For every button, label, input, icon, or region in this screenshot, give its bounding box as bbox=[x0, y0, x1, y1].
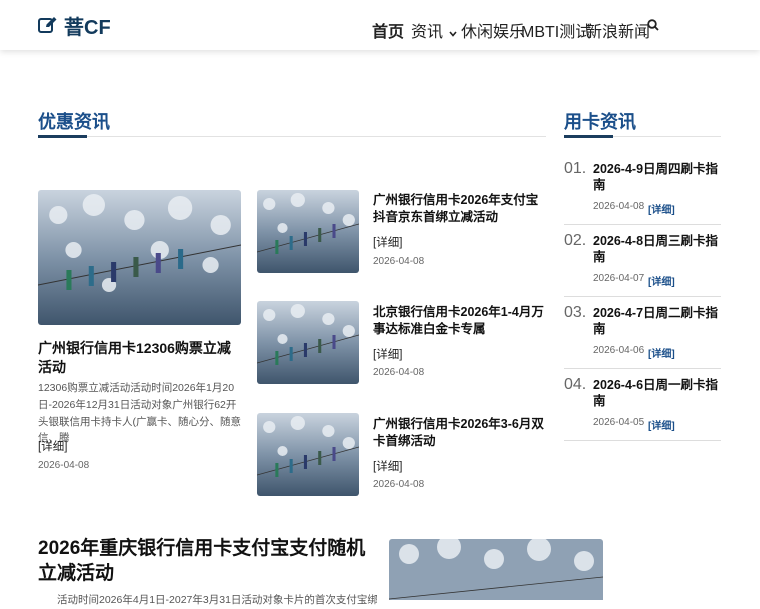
rank-number: 01. bbox=[564, 160, 587, 177]
site-logo[interactable]: 萻CF bbox=[38, 12, 111, 39]
rank-detail-link[interactable]: [详细] bbox=[648, 273, 675, 288]
article-title[interactable]: 北京银行信用卡2026年1-4月万事达标准白金卡专属 bbox=[373, 304, 547, 338]
edit-icon bbox=[38, 16, 58, 34]
rank-date: 2026-04-08 bbox=[593, 201, 645, 212]
rank-detail-link[interactable]: [详细] bbox=[648, 201, 675, 216]
rank-date: 2026-04-07 bbox=[593, 273, 645, 284]
bottom-article-excerpt: 活动时间2026年4月1日-2027年3月31日活动对象卡片的首次支付宝绑定 bbox=[57, 594, 377, 606]
bottom-article-thumbnail[interactable] bbox=[389, 539, 603, 600]
rank-title[interactable]: 2026-4-6日周一刷卡指南 bbox=[593, 377, 723, 410]
featured-excerpt: 12306购票立减活动活动时间2026年1月20日-2026年12月31日活动对… bbox=[38, 382, 241, 445]
site-name: 萻CF bbox=[64, 16, 111, 39]
article-date: 2026-04-08 bbox=[373, 367, 425, 378]
section-underline bbox=[564, 135, 613, 138]
rank-title[interactable]: 2026-4-9日周四刷卡指南 bbox=[593, 161, 723, 194]
rank-date: 2026-04-05 bbox=[593, 417, 645, 428]
nav-home[interactable]: 首页 bbox=[372, 18, 404, 42]
article-detail-link[interactable]: [详细] bbox=[373, 458, 402, 474]
article-date: 2026-04-08 bbox=[373, 256, 425, 267]
article-date: 2026-04-08 bbox=[373, 479, 425, 490]
article-title[interactable]: 广州银行信用卡2026年支付宝抖音京东首绑立减活动 bbox=[373, 192, 547, 226]
article-detail-link[interactable]: [详细] bbox=[373, 234, 402, 250]
featured-date: 2026-04-08 bbox=[38, 460, 90, 471]
bottom-article-title[interactable]: 2026年重庆银行信用卡支付宝支付随机立减活动 bbox=[38, 537, 373, 586]
site-header: 萻CF 首页 资讯 休闲娱乐 MBTI测试 新浪新闻 bbox=[0, 0, 760, 50]
rank-number: 04. bbox=[564, 376, 587, 393]
rank-divider bbox=[564, 440, 721, 441]
nav-sina[interactable]: 新浪新闻 bbox=[586, 18, 650, 42]
section-underline bbox=[38, 135, 87, 138]
article-thumbnail[interactable] bbox=[257, 190, 359, 273]
rank-divider bbox=[564, 368, 721, 369]
rank-title[interactable]: 2026-4-8日周三刷卡指南 bbox=[593, 233, 723, 266]
featured-detail-link[interactable]: [详细] bbox=[38, 438, 67, 454]
rank-number: 02. bbox=[564, 232, 587, 249]
section-divider bbox=[38, 136, 546, 137]
article-thumbnail[interactable] bbox=[257, 301, 359, 384]
chevron-down-icon bbox=[449, 24, 458, 42]
nav-mbti[interactable]: MBTI测试 bbox=[521, 18, 591, 42]
nav-news[interactable]: 资讯 bbox=[411, 18, 458, 42]
article-title[interactable]: 广州银行信用卡2026年3-6月双卡首绑活动 bbox=[373, 416, 547, 450]
rank-title[interactable]: 2026-4-7日周二刷卡指南 bbox=[593, 305, 723, 338]
search-icon[interactable] bbox=[647, 18, 659, 36]
rank-divider bbox=[564, 296, 721, 297]
article-thumbnail[interactable] bbox=[257, 413, 359, 496]
rank-date: 2026-04-06 bbox=[593, 345, 645, 356]
nav-news-label: 资讯 bbox=[411, 24, 444, 41]
section-title-card-news: 用卡资讯 bbox=[564, 112, 636, 132]
nav-leisure[interactable]: 休闲娱乐 bbox=[461, 18, 525, 42]
rank-detail-link[interactable]: [详细] bbox=[648, 345, 675, 360]
rank-detail-link[interactable]: [详细] bbox=[648, 417, 675, 432]
rank-number: 03. bbox=[564, 304, 587, 321]
section-title-deals: 优惠资讯 bbox=[38, 112, 110, 132]
featured-title[interactable]: 广州银行信用卡12306购票立减活动 bbox=[38, 339, 241, 377]
featured-thumbnail[interactable] bbox=[38, 190, 241, 325]
rank-divider bbox=[564, 224, 721, 225]
article-detail-link[interactable]: [详细] bbox=[373, 346, 402, 362]
